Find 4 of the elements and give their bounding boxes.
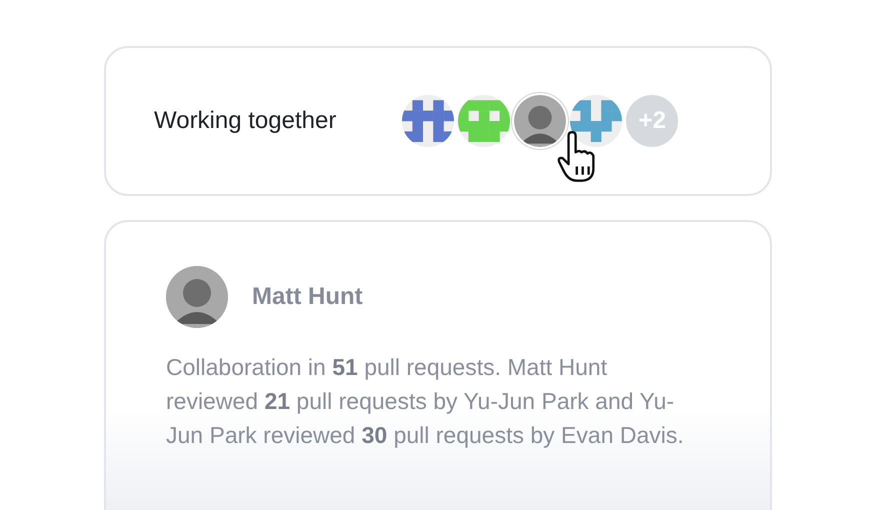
collaboration-summary: Collaboration in 51 pull requests. Matt Hunt reviewed 21 pull requests by Yu-Jun Park and Yu-Jun Park reviewed 30 pull requests by Evan Davis. [166,353,685,450]
collaborator-name: Matt Hunt [252,282,363,312]
avatar-photo [166,266,228,328]
card-title: Working together [154,106,336,136]
